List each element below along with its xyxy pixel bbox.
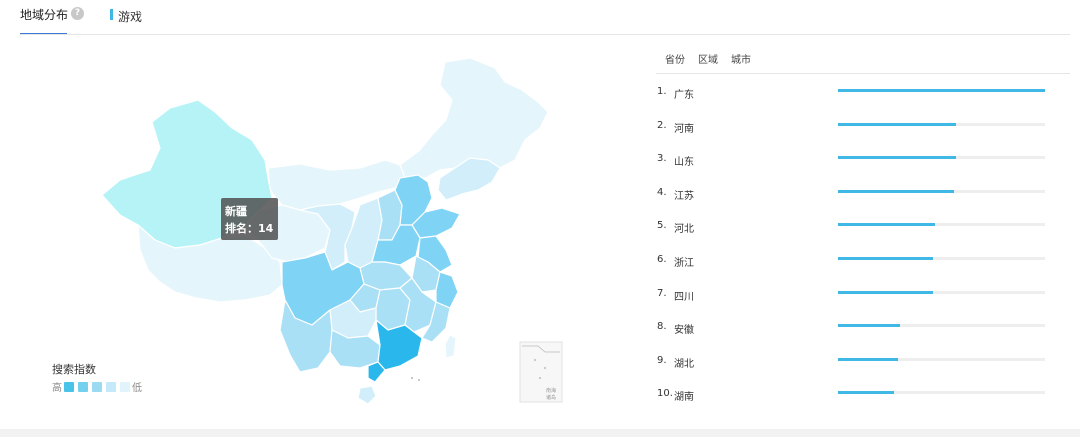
tooltip-region-name: 新疆 (225, 205, 247, 218)
region-zhejiang[interactable] (435, 271, 459, 309)
rank-bar-track (838, 256, 1045, 260)
rank-bar-track (838, 357, 1045, 361)
rank-province-name: 山东 (674, 157, 694, 169)
rank-number: 2. (657, 119, 667, 131)
south-china-sea-inset: 南海 诸岛 (519, 341, 563, 403)
rank-bar-track (838, 391, 1045, 395)
rank-bar-track (838, 89, 1045, 92)
sub-tab-region[interactable]: 区域 (698, 51, 718, 66)
rank-number: 1. (657, 86, 667, 97)
rank-bar-track (838, 290, 1045, 294)
question-icon[interactable]: ? (71, 7, 84, 20)
rank-number: 9. (657, 354, 667, 366)
rank-bar-fill (838, 89, 1045, 92)
ranking-row[interactable]: 5. 河北 (656, 208, 1070, 242)
legend-high-label: 高 (52, 383, 62, 394)
legend-swatch-3 (92, 381, 102, 392)
ranking-panel: 省份 区域 城市 1. 广东 2. 河南 3. 山东 4. 江苏 5. 河北 6. 浙江 7. 四川 8. 安… (656, 44, 1070, 410)
rank-bar-fill (838, 290, 934, 294)
legend-swatch-5 (120, 381, 130, 392)
map-legend: 搜索指数 高 低 (52, 361, 142, 394)
legend-low-label: 低 (132, 383, 142, 394)
ranking-row[interactable]: 10. 湖南 (656, 376, 1070, 410)
legend-title: 搜索指数 (52, 363, 96, 376)
rank-bar-track (838, 156, 1045, 160)
legend-scale: 高 低 (52, 379, 142, 394)
rank-bar-fill (838, 391, 894, 395)
ranking-row[interactable]: 1. 广东 (656, 74, 1070, 108)
ranking-row[interactable]: 8. 安徽 (656, 309, 1070, 343)
tab-region-distribution[interactable]: 地域分布 ? (20, 6, 84, 35)
rank-province-name: 浙江 (674, 257, 694, 269)
inset-label-2: 诸岛 (546, 394, 556, 401)
rank-number: 4. (657, 186, 667, 198)
rank-bar-fill (838, 189, 954, 193)
sub-tab-province[interactable]: 省份 (665, 51, 685, 66)
rank-number: 5. (657, 220, 667, 232)
map-tooltip: 新疆 排名：14 (221, 198, 278, 240)
ranking-sub-tabs: 省份 区域 城市 (656, 44, 1070, 74)
rank-bar-track (838, 122, 1045, 126)
legend-swatch-2 (78, 381, 88, 392)
rank-number: 3. (657, 153, 667, 165)
rank-number: 7. (657, 287, 667, 299)
rank-province-name: 四川 (674, 291, 694, 303)
rank-bar-track (838, 324, 1045, 328)
tooltip-rank: 排名：14 (225, 222, 274, 235)
rank-bar-track (838, 223, 1045, 227)
rank-province-name: 广东 (674, 90, 694, 101)
header-divider (20, 34, 1070, 35)
inset-label-1: 南海 (546, 387, 556, 394)
ranking-row[interactable]: 9. 湖北 (656, 343, 1070, 377)
rank-bar-track (838, 189, 1045, 193)
header: 地域分布 ? 游戏 (0, 0, 1080, 36)
rank-bar-fill (838, 122, 956, 126)
rank-province-name: 河南 (674, 123, 694, 135)
rank-province-name: 湖南 (674, 392, 694, 404)
ranking-row[interactable]: 7. 四川 (656, 276, 1070, 310)
legend-swatch-4 (106, 381, 116, 392)
ranking-row[interactable]: 2. 河南 (656, 108, 1070, 142)
region-taiwan[interactable] (444, 334, 457, 359)
rank-province-name: 湖北 (674, 358, 694, 370)
rank-bar-fill (838, 223, 936, 227)
rank-province-name: 江苏 (674, 190, 694, 202)
rank-province-name: 河北 (674, 224, 694, 236)
bottom-strip (0, 429, 1080, 437)
rank-bar-fill (838, 156, 956, 160)
sub-tab-city[interactable]: 城市 (731, 51, 751, 66)
rank-bar-fill (838, 256, 934, 260)
legend-swatch-1 (64, 381, 74, 392)
rank-bar-fill (838, 324, 901, 328)
rank-number: 8. (657, 321, 667, 333)
ranking-list: 1. 广东 2. 河南 3. 山东 4. 江苏 5. 河北 6. 浙江 7. 四川 8. 安徽 9. 湖北 10. 湖… (656, 74, 1070, 410)
tab-region-label: 地域分布 (20, 8, 69, 22)
china-map: 南海 诸岛 新疆 排名：14 搜索指数 高 低 (0, 40, 640, 420)
ranking-row[interactable]: 3. 山东 (656, 141, 1070, 175)
tab-game[interactable]: 游戏 (110, 8, 142, 25)
region-hainan[interactable] (357, 385, 377, 405)
ranking-row[interactable]: 4. 江苏 (656, 175, 1070, 209)
rank-number: 10. (657, 388, 673, 400)
rank-province-name: 安徽 (674, 325, 694, 337)
rank-bar-fill (838, 357, 899, 361)
rank-number: 6. (657, 253, 667, 265)
ranking-row[interactable]: 6. 浙江 (656, 242, 1070, 276)
tab-marker (110, 9, 113, 20)
tab-game-label: 游戏 (118, 10, 143, 24)
